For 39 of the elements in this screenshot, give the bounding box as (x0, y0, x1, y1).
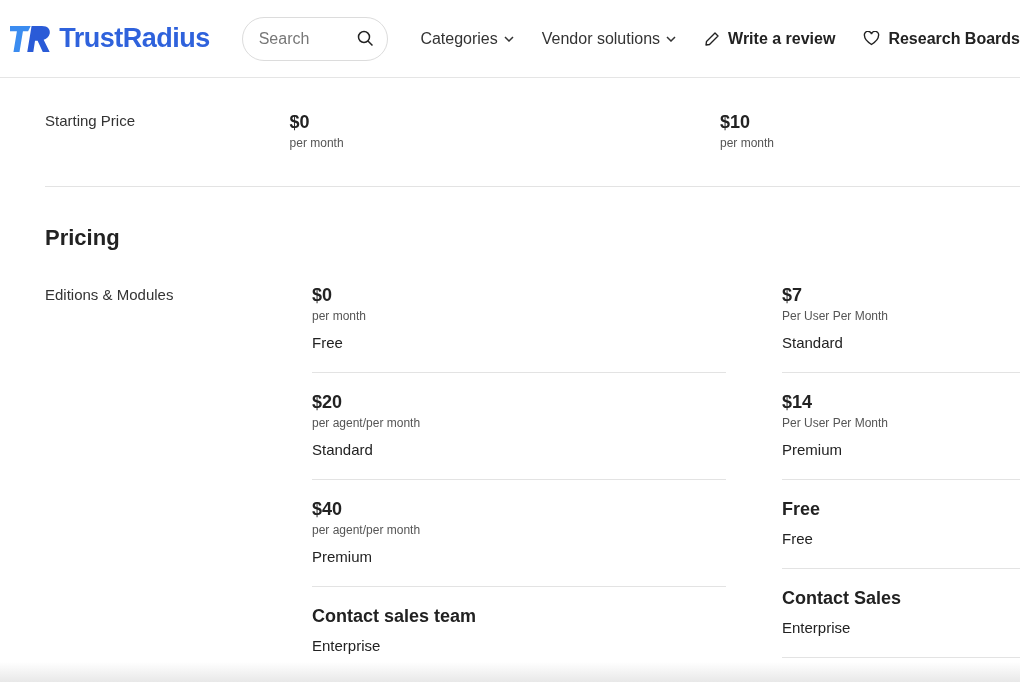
price: $7 (782, 284, 804, 307)
price: Free (782, 498, 822, 521)
price: Contact sales team (312, 605, 478, 628)
edition-name: Premium (312, 547, 373, 567)
price: $14 (782, 391, 814, 414)
price-note: per month (720, 135, 776, 152)
edition-name: Premium (782, 440, 843, 460)
edition-name: Standard (312, 440, 374, 460)
row-label: Starting Price (45, 111, 137, 131)
price: Contact Sales (782, 587, 903, 610)
heart-icon (863, 31, 881, 46)
price-note: Per User Per Month (782, 308, 890, 324)
price-note: per month (289, 135, 345, 152)
nav-link[interactable]: Write a review (704, 26, 836, 51)
price-note: per month (312, 308, 368, 324)
chevron-down-icon (503, 35, 514, 42)
edition-name: Free (782, 529, 814, 549)
price: $20 (312, 391, 344, 414)
chevron-down-icon (666, 35, 677, 42)
price: $10 (720, 111, 752, 134)
edition-name: Standard (782, 333, 844, 353)
nav-link[interactable]: Categories (420, 26, 514, 51)
pencil-icon (704, 30, 721, 47)
edition-name: Enterprise (312, 636, 382, 656)
search-icon[interactable] (357, 29, 375, 47)
price: $40 (312, 498, 344, 521)
price-note: Per User Per Month (782, 415, 890, 431)
price: $0 (289, 111, 311, 134)
edition-name: Free (312, 333, 344, 353)
brand-name[interactable]: TrustRadius (59, 18, 210, 59)
edition-name: Enterprise (782, 618, 852, 638)
section-heading: Pricing (45, 224, 121, 252)
price-note: per agent/per month (312, 415, 422, 431)
nav-link[interactable]: Research Boards (863, 26, 1020, 51)
nav-link[interactable]: Vendor solutions (541, 26, 677, 51)
price-note: per agent/per month (312, 522, 422, 538)
row-label: Editions & Modules (45, 285, 175, 305)
search-field[interactable]: Search (241, 16, 389, 61)
price: $0 (312, 284, 334, 307)
